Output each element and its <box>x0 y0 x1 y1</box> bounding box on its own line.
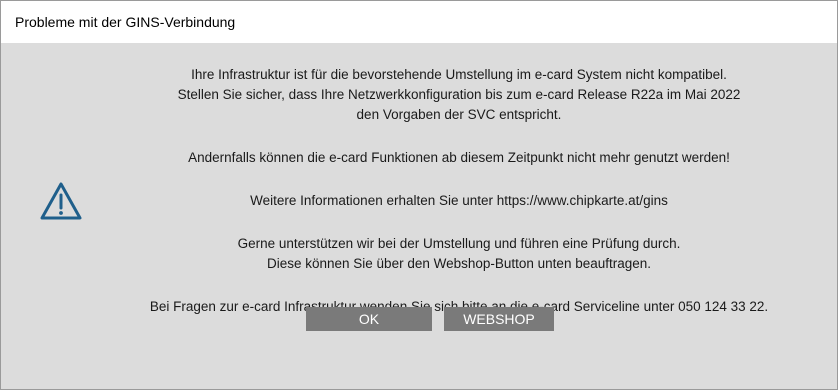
message-line-3: den Vorgaben der SVC entspricht. <box>356 107 562 122</box>
dialog-content: Ihre Infrastruktur ist für die bevorsteh… <box>1 43 837 389</box>
message-line-2: Stellen Sie sicher, dass Ihre Netzwerkko… <box>177 87 741 102</box>
message-line-6: Gerne unterstützen wir bei der Umstellun… <box>237 236 681 251</box>
webshop-button[interactable]: WEBSHOP <box>444 307 554 331</box>
message-line-4: Andernfalls können die e-card Funktionen… <box>188 150 730 165</box>
message-line-1: Ihre Infrastruktur ist für die bevorsteh… <box>191 67 727 82</box>
dialog-titlebar: Probleme mit der GINS-Verbindung <box>1 1 837 43</box>
warning-triangle-icon <box>40 182 82 220</box>
message-line-5: Weitere Informationen erhalten Sie unter… <box>250 193 668 208</box>
dialog-window: Probleme mit der GINS-Verbindung Ihre In… <box>0 0 838 390</box>
dialog-title: Probleme mit der GINS-Verbindung <box>15 14 236 30</box>
ok-button[interactable]: OK <box>306 307 432 331</box>
message-line-7: Diese können Sie über den Webshop-Button… <box>266 256 652 271</box>
